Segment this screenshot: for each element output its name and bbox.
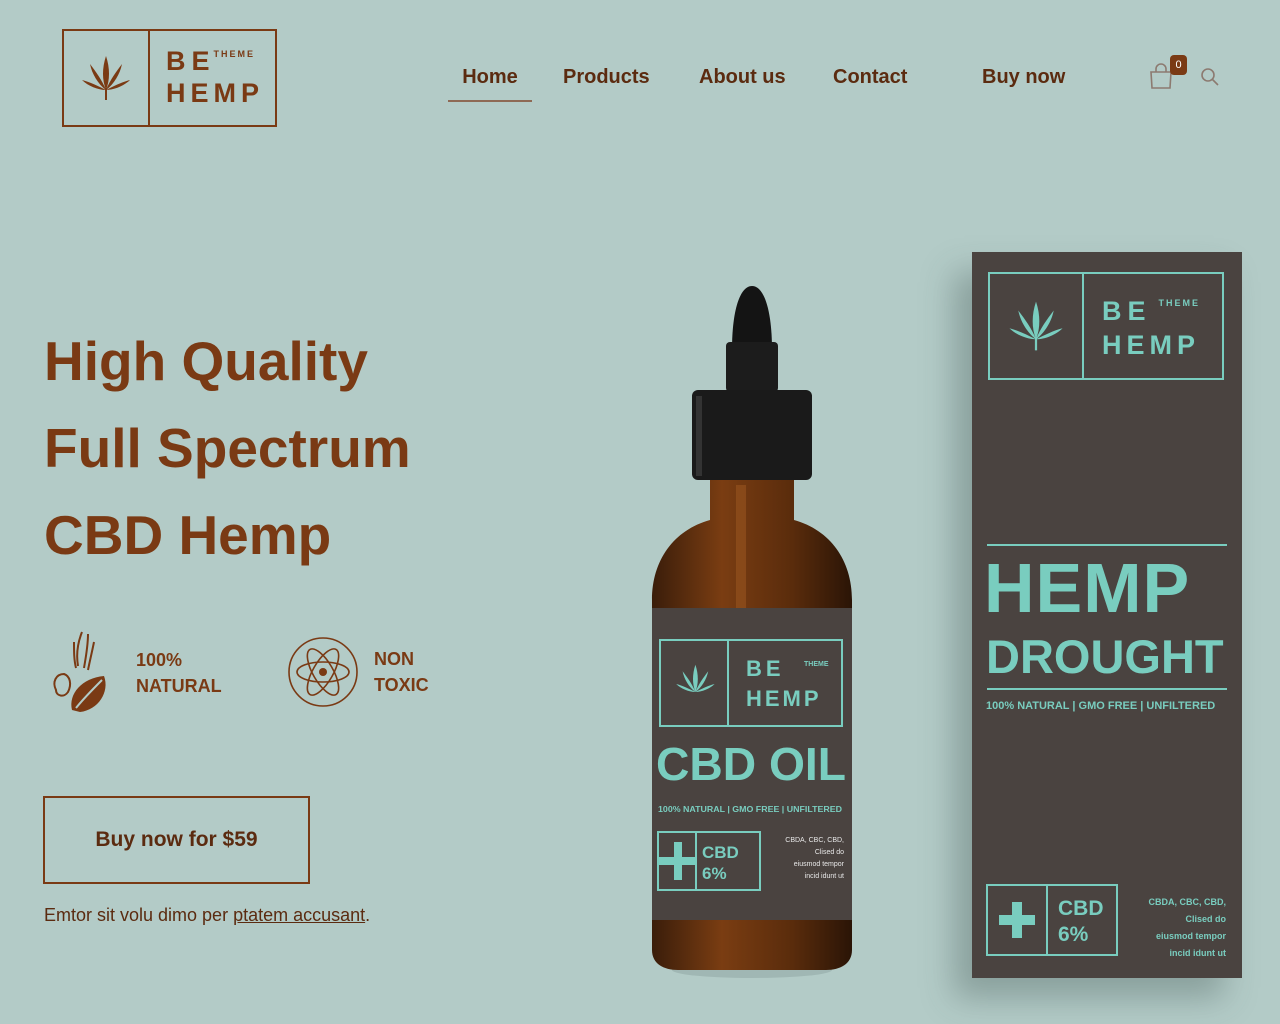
box-ingredient-2: Clised do [1185, 914, 1226, 924]
box-cbd-label: CBD [1058, 897, 1104, 920]
box-leaf-icon [990, 274, 1084, 378]
nav-home[interactable]: Home [448, 62, 532, 102]
feature-non-toxic-line-2: TOXIC [374, 675, 429, 695]
headline-line-1: High Quality [44, 330, 368, 392]
hemp-drought-box-image: BE HEMP THEME HEMP DROUGHT 100% NATURAL … [972, 252, 1242, 978]
box-logo-tag: THEME [1158, 298, 1200, 308]
hero-headline: High Quality Full Spectrum CBD Hemp [44, 318, 411, 579]
subtext-end: . [365, 905, 371, 925]
feature-natural-line-1: 100% [136, 650, 183, 670]
buy-now-cta-button[interactable]: Buy now for $59 [43, 796, 310, 884]
box-ingredient-4: incid idunt ut [1169, 948, 1227, 958]
bottle-ingredient-1: CBDA, CBC, CBD, [785, 837, 844, 844]
nav-products[interactable]: Products [563, 62, 650, 102]
hero-subtext: Emtor sit volu dimo per ptatem accusant. [44, 905, 370, 926]
headline-line-2: Full Spectrum [44, 417, 411, 479]
nav-contact[interactable]: Contact [833, 62, 907, 102]
box-rule-bottom [987, 688, 1227, 690]
box-tagline: 100% NATURAL | GMO FREE | UNFILTERED [986, 700, 1216, 712]
box-title-line-2: DROUGHT [986, 630, 1224, 683]
feature-non-toxic-line-1: NON [374, 649, 414, 669]
cbd-oil-bottle-image: BE HEMP THEME CBD OIL 100% NATURAL | GMO… [652, 286, 852, 978]
hands-leaf-icon [53, 631, 106, 712]
leaf-icon [64, 31, 150, 125]
box-title-line-1: HEMP [984, 549, 1191, 627]
plus-icon [988, 886, 1048, 954]
feature-natural: 100% NATURAL [42, 628, 222, 718]
cart-count-badge: 0 [1170, 55, 1187, 75]
subtext-body: Emtor sit volu dimo per [44, 905, 234, 925]
nav-buy-now[interactable]: Buy now [982, 62, 1065, 102]
box-logo-line-2: HEMP [1102, 330, 1201, 360]
bottle-product-name: CBD OIL [656, 738, 846, 790]
bottle-ingredient-4: incid idunt ut [805, 873, 844, 880]
logo-line-2: HEMP [166, 78, 265, 108]
feature-natural-line-2: NATURAL [136, 676, 222, 696]
bottle-logo-tag: THEME [804, 661, 829, 668]
subtext-link[interactable]: ptatem accusant [233, 905, 365, 925]
atom-icon [288, 637, 358, 707]
box-ingredient-1: CBDA, CBC, CBD, [1148, 897, 1227, 907]
box-rule-top [987, 544, 1227, 546]
box-cbd-percent: 6% [1058, 923, 1089, 946]
feature-non-toxic: NON TOXIC [286, 632, 429, 712]
search-icon[interactable] [1200, 67, 1220, 87]
bottle-logo-line-2: HEMP [746, 686, 822, 711]
bottle-tagline: 100% NATURAL | GMO FREE | UNFILTERED [658, 805, 842, 814]
bottle-cbd-label: CBD [702, 843, 739, 862]
logo-tag: THEME [213, 49, 255, 59]
bottle-logo-line-1: BE [746, 656, 785, 681]
bottle-cbd-percent: 6% [702, 864, 727, 883]
box-ingredient-3: eiusmod tempor [1155, 931, 1226, 941]
nav-about-us[interactable]: About us [699, 62, 786, 102]
bottle-ingredient-3: eiusmod tempor [794, 861, 845, 868]
box-logo: BE HEMP THEME [988, 272, 1224, 380]
brand-logo[interactable]: BE HEMP THEME [62, 29, 277, 127]
box-cbd-badge: CBD 6% [986, 884, 1118, 956]
cart-button[interactable]: 0 [1148, 55, 1187, 90]
box-ingredients: CBDA, CBC, CBD, Clised do eiusmod tempor… [1132, 894, 1227, 962]
headline-line-3: CBD Hemp [44, 504, 332, 566]
bottle-ingredient-2: Clised do [815, 849, 844, 856]
